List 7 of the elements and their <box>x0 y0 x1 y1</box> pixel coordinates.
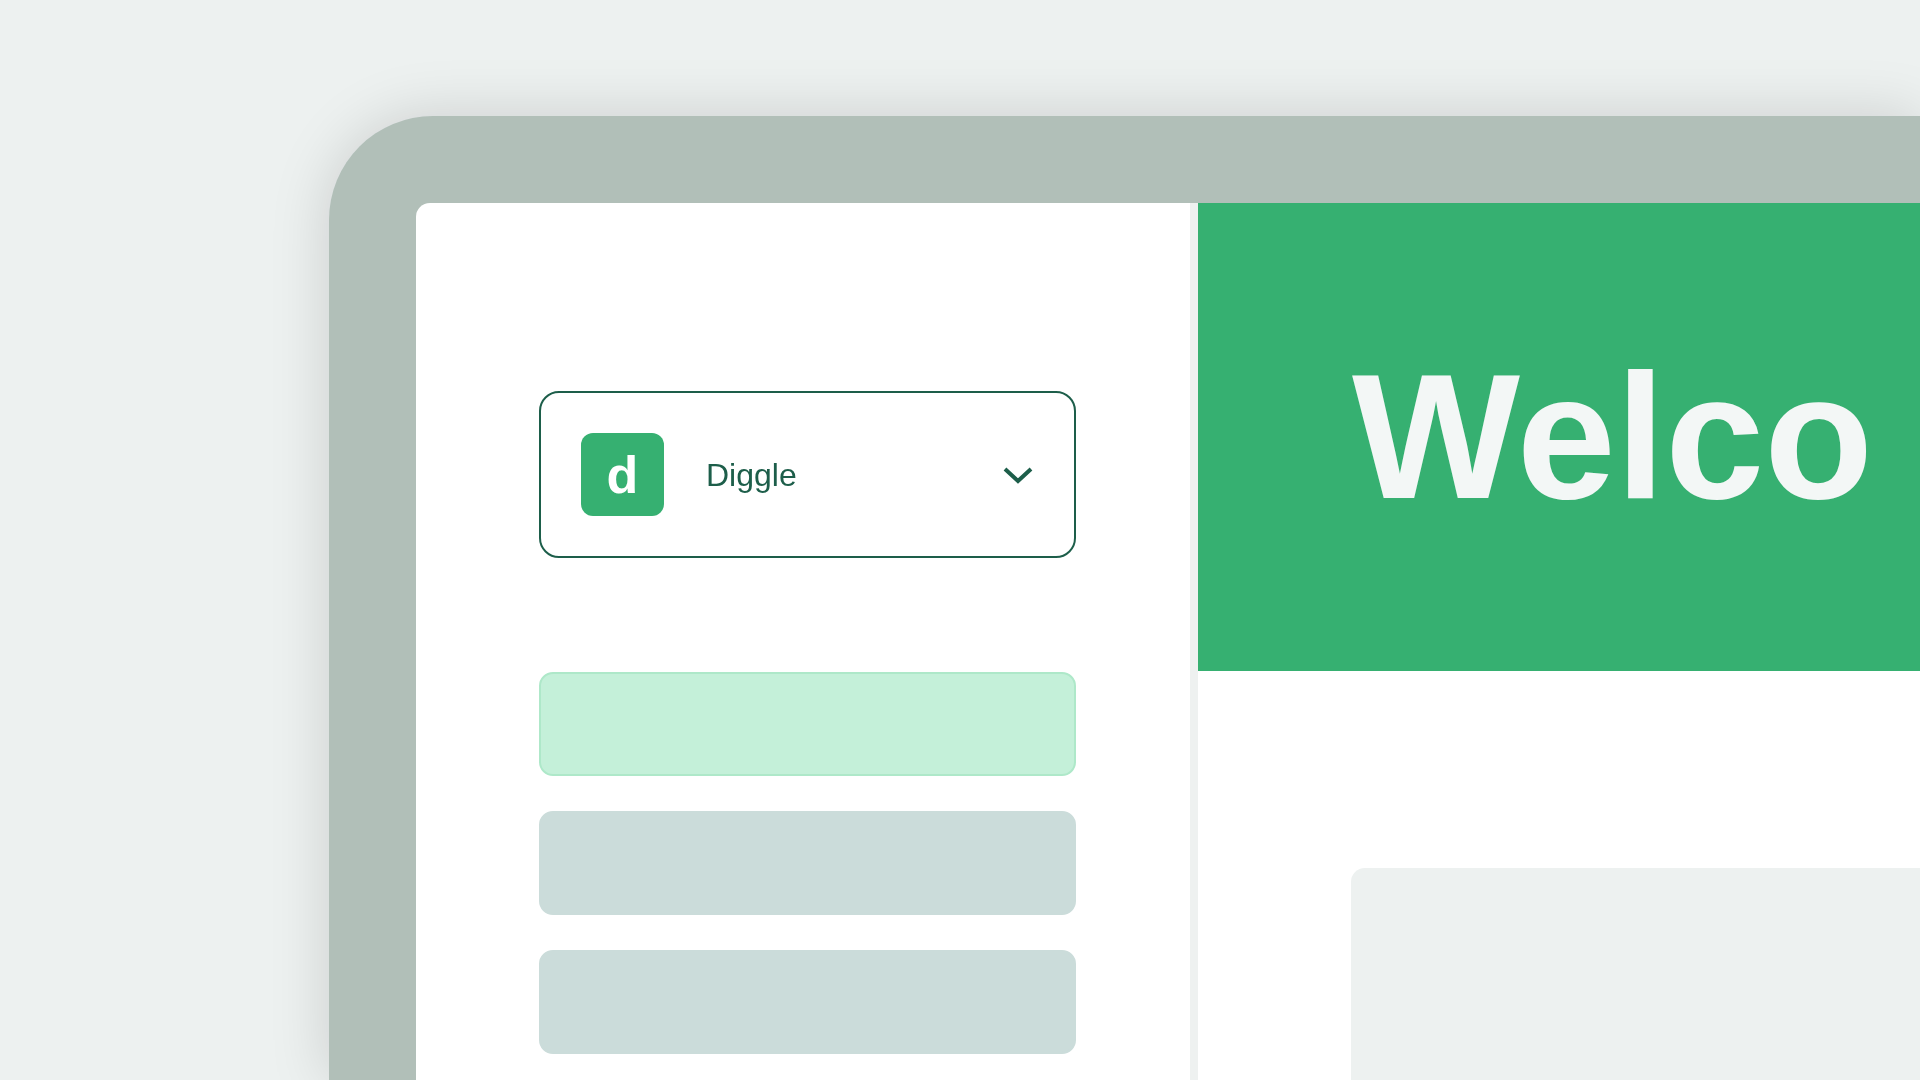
workspace-switcher[interactable]: d Diggle <box>539 391 1076 558</box>
app-logo: d <box>581 433 664 516</box>
welcome-title: Welco <box>1352 348 1873 526</box>
nav-item[interactable] <box>539 672 1076 776</box>
workspace-name: Diggle <box>706 455 798 495</box>
nav-item[interactable] <box>539 811 1076 915</box>
nav-item[interactable] <box>539 950 1076 1054</box>
